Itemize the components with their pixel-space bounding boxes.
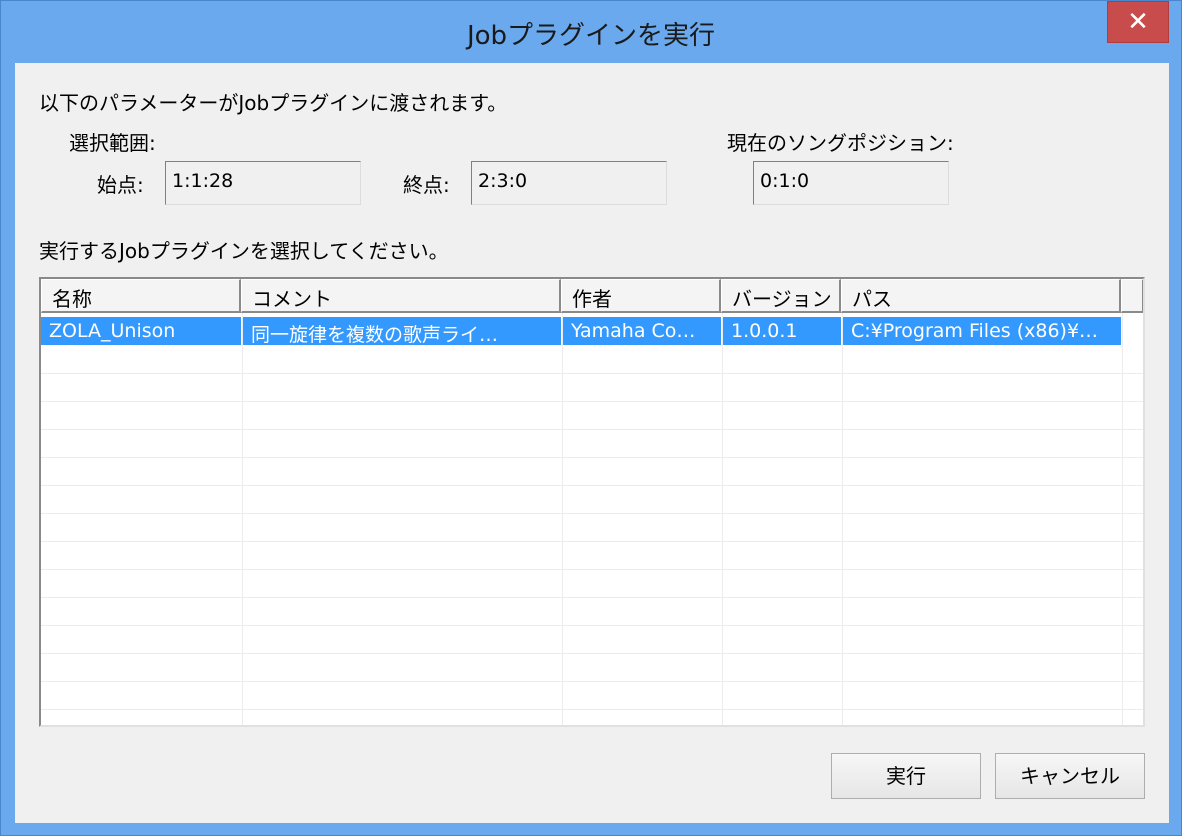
title-bar[interactable]: Jobプラグインを実行 ✕ xyxy=(1,1,1181,63)
grid-line xyxy=(562,313,563,725)
column-header-comment[interactable]: コメント xyxy=(241,279,561,313)
column-header-name[interactable]: 名称 xyxy=(41,279,241,313)
cell-author: Yamaha Co… xyxy=(563,317,721,345)
grid-line xyxy=(41,373,1143,374)
close-button[interactable]: ✕ xyxy=(1107,1,1169,43)
column-header-path[interactable]: パス xyxy=(841,279,1121,313)
grid-line xyxy=(842,313,843,725)
grid-line xyxy=(41,653,1143,654)
cell-path: C:¥Program Files (x86)¥… xyxy=(843,317,1121,345)
dialog-body: 以下のパラメーターがJobプラグインに渡されます。 選択範囲: 始点: 1:1:… xyxy=(15,63,1169,823)
start-label: 始点: xyxy=(97,173,144,197)
grid-line xyxy=(41,513,1143,514)
dialog-title: Jobプラグインを実行 xyxy=(466,21,716,51)
grid-line xyxy=(242,313,243,725)
grid-line xyxy=(41,681,1143,682)
grid-line xyxy=(41,625,1143,626)
start-field: 1:1:28 xyxy=(165,161,361,205)
plugin-list[interactable]: 名称 コメント 作者 バージョン パス ZOLA_Unison 同一旋律を複数の… xyxy=(39,277,1145,727)
table-row[interactable]: ZOLA_Unison 同一旋律を複数の歌声ライ… Yamaha Co… 1.0… xyxy=(41,317,1143,345)
dialog-window: Jobプラグインを実行 ✕ 以下のパラメーターがJobプラグインに渡されます。 … xyxy=(0,0,1182,836)
cell-comment: 同一旋律を複数の歌声ライ… xyxy=(243,317,561,345)
song-position-label: 現在のソングポジション: xyxy=(727,131,954,155)
cancel-button[interactable]: キャンセル xyxy=(995,753,1145,799)
grid-line xyxy=(1122,313,1123,725)
grid-line xyxy=(41,429,1143,430)
selection-range-label: 選択範囲: xyxy=(69,131,156,155)
grid-line xyxy=(41,569,1143,570)
grid-line xyxy=(41,485,1143,486)
grid-line xyxy=(41,401,1143,402)
run-button[interactable]: 実行 xyxy=(831,753,981,799)
cell-name: ZOLA_Unison xyxy=(41,317,241,345)
end-field: 2:3:0 xyxy=(471,161,667,205)
song-position-field: 0:1:0 xyxy=(753,161,949,205)
grid-line xyxy=(41,597,1143,598)
intro-text: 以下のパラメーターがJobプラグインに渡されます。 xyxy=(39,91,508,115)
grid-line xyxy=(41,457,1143,458)
close-icon: ✕ xyxy=(1127,7,1149,37)
grid-line xyxy=(722,313,723,725)
column-header-filler xyxy=(1121,279,1143,313)
column-header-version[interactable]: バージョン xyxy=(721,279,841,313)
grid-line xyxy=(41,541,1143,542)
end-label: 終点: xyxy=(403,173,450,197)
cell-version: 1.0.0.1 xyxy=(723,317,841,345)
instruction-text: 実行するJobプラグインを選択してください。 xyxy=(39,239,449,263)
column-header-author[interactable]: 作者 xyxy=(561,279,721,313)
grid-line xyxy=(41,709,1143,710)
list-header: 名称 コメント 作者 バージョン パス xyxy=(41,279,1143,313)
